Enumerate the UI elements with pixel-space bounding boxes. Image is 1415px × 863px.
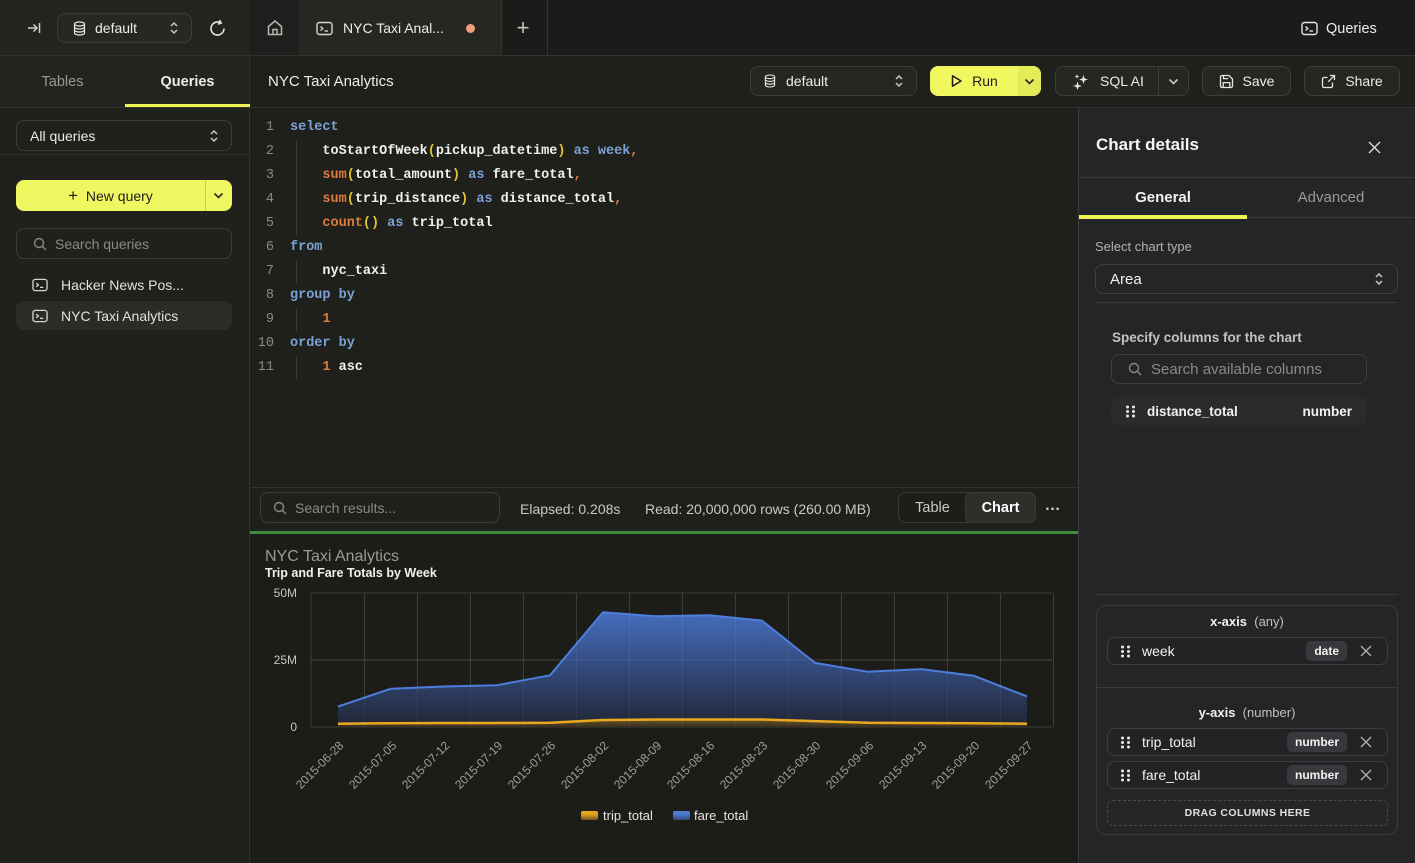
svg-text:2015-09-27: 2015-09-27 bbox=[982, 738, 1036, 792]
svg-text:2015-08-09: 2015-08-09 bbox=[611, 738, 665, 792]
svg-text:2015-08-02: 2015-08-02 bbox=[558, 738, 612, 792]
svg-text:0: 0 bbox=[290, 720, 297, 734]
svg-text:25M: 25M bbox=[274, 653, 297, 667]
svg-text:2015-07-26: 2015-07-26 bbox=[505, 738, 559, 792]
svg-text:trip_total: trip_total bbox=[603, 808, 653, 823]
svg-text:fare_total: fare_total bbox=[694, 808, 748, 823]
svg-text:2015-09-13: 2015-09-13 bbox=[876, 738, 930, 792]
svg-text:2015-07-05: 2015-07-05 bbox=[346, 738, 400, 792]
svg-text:2015-07-19: 2015-07-19 bbox=[452, 738, 506, 792]
svg-text:2015-06-28: 2015-06-28 bbox=[293, 738, 347, 792]
svg-text:2015-09-20: 2015-09-20 bbox=[929, 738, 983, 792]
svg-text:2015-08-30: 2015-08-30 bbox=[770, 738, 824, 792]
svg-text:2015-09-06: 2015-09-06 bbox=[823, 738, 877, 792]
svg-text:2015-08-16: 2015-08-16 bbox=[664, 738, 718, 792]
svg-text:50M: 50M bbox=[274, 586, 297, 600]
svg-text:2015-07-12: 2015-07-12 bbox=[399, 738, 453, 792]
svg-text:2015-08-23: 2015-08-23 bbox=[717, 738, 771, 792]
